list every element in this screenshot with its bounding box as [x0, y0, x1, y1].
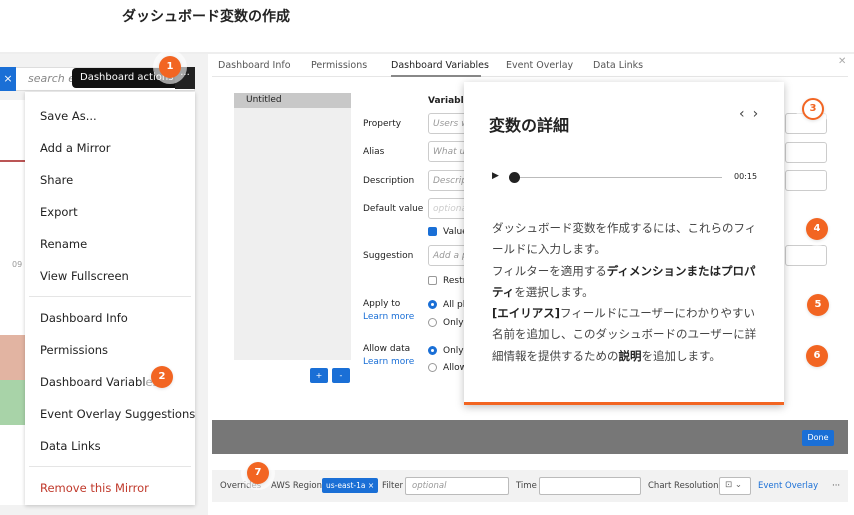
time-input[interactable] [539, 477, 641, 495]
menu-divider [29, 466, 191, 467]
chevron-right-icon[interactable]: › [753, 106, 767, 122]
aws-region-label: AWS Region [271, 481, 322, 491]
event-overlay-link[interactable]: Event Overlay [758, 481, 818, 491]
suggestion-input[interactable]: Add a p [428, 245, 468, 266]
step-badge-4[interactable]: 4 [806, 218, 828, 240]
modal-footer [212, 420, 848, 454]
tab-event-overlay[interactable]: Event Overlay [506, 60, 573, 71]
right-input[interactable] [785, 142, 827, 163]
menu-item-event-overlay-suggestions[interactable]: Event Overlay Suggestions [40, 407, 195, 421]
allow-data-label: Allow data [363, 344, 411, 354]
audio-progress-handle[interactable] [509, 172, 520, 183]
tab-dashboard-variables[interactable]: Dashboard Variables [391, 60, 489, 71]
popup-line-2: フィルターを適用するディメンションまたはプロパティを選択します。 [492, 261, 764, 304]
region-filter-chip[interactable]: us-east-1a × [322, 478, 379, 493]
menu-item-permissions[interactable]: Permissions [40, 343, 108, 357]
menu-item-export[interactable]: Export [40, 205, 78, 219]
text: ダッシュボード変数を作成するには、これらのフィールドに入力します。 [492, 221, 757, 257]
done-button[interactable]: Done [802, 430, 834, 446]
tab-data-links[interactable]: Data Links [593, 60, 643, 71]
guide-popup: 変数の詳細 ‹› ▶ 00:15 ダッシュボード変数を作成するには、これらのフィ… [464, 82, 784, 405]
tab-dashboard-info[interactable]: Dashboard Info [218, 60, 291, 71]
audio-progress-track[interactable] [512, 177, 722, 178]
restrict-checkbox[interactable] [428, 276, 437, 285]
close-icon[interactable]: ✕ [838, 56, 846, 67]
apply-to-radio-only[interactable] [428, 318, 437, 327]
search-placeholder: search e [28, 72, 76, 85]
step-badge-1[interactable]: 1 [159, 56, 181, 78]
step-badge-6[interactable]: 6 [806, 345, 828, 367]
menu-item-view-fullscreen[interactable]: View Fullscreen [40, 269, 129, 283]
menu-item-remove-mirror[interactable]: Remove this Mirror [40, 481, 149, 495]
apply-to-option-all: All pl [443, 300, 466, 310]
value-required-checkbox[interactable] [428, 227, 437, 236]
allow-data-radio-only[interactable] [428, 346, 437, 355]
description-input[interactable]: Descrip [428, 170, 468, 191]
popup-title: 変数の詳細 [489, 116, 570, 135]
audio-time: 00:15 [734, 172, 758, 181]
step-badge-7[interactable]: 7 [247, 462, 269, 484]
active-tab-indicator [391, 75, 481, 77]
chart-icon: ⊡ [725, 480, 733, 490]
more-options-button[interactable]: ··· [832, 481, 840, 491]
chart-band-red [0, 335, 25, 380]
bold-text: [エイリアス] [492, 306, 561, 321]
menu-item-dashboard-variables[interactable]: Dashboard Variables [40, 375, 159, 389]
add-variable-button[interactable]: + [310, 368, 328, 383]
close-icon[interactable]: × [0, 67, 16, 91]
time-label: Time [516, 481, 537, 491]
chart-resolution-select[interactable]: ⊡ ⌄ [719, 477, 751, 495]
filter-input[interactable]: optional [405, 477, 509, 495]
default-value-label: Default value [363, 204, 424, 214]
apply-to-label: Apply to [363, 299, 401, 309]
axis-label: 09 [12, 260, 23, 269]
right-input[interactable] [785, 245, 827, 266]
suggestion-label: Suggestion [363, 251, 414, 261]
dashboard-actions-menu: Save As... Add a Mirror Share Export Ren… [25, 92, 195, 505]
chevron-down-icon: ⌄ [734, 480, 742, 490]
filter-label: Filter [382, 481, 404, 491]
step-badge-5[interactable]: 5 [807, 294, 829, 316]
property-label: Property [363, 119, 402, 129]
chart-resolution-label: Chart Resolution [648, 481, 719, 491]
description-label: Description [363, 176, 415, 186]
chevron-left-icon[interactable]: ‹ [739, 106, 753, 122]
chart-band-green [0, 380, 25, 425]
popup-line-3: [エイリアス]フィールドにユーザーにわかりやすい名前を追加し、このダッシュボード… [492, 303, 764, 367]
menu-item-data-links[interactable]: Data Links [40, 439, 101, 453]
popup-line-1: ダッシュボード変数を作成するには、これらのフィールドに入力します。 [492, 218, 764, 261]
step-badge-3[interactable]: 3 [802, 98, 824, 120]
right-input[interactable] [785, 170, 827, 191]
tab-divider [212, 76, 848, 77]
restrict-label: Restr [443, 276, 467, 286]
property-input[interactable]: Users w [428, 113, 468, 134]
default-value-input[interactable]: optiona [428, 198, 468, 219]
text: フィルターを適用する [492, 263, 607, 278]
variable-list-item[interactable]: Untitled [234, 93, 351, 108]
menu-item-add-mirror[interactable]: Add a Mirror [40, 141, 111, 155]
menu-divider [29, 296, 191, 297]
allow-data-radio-allow[interactable] [428, 363, 437, 372]
text: を追加します。 [641, 348, 721, 363]
menu-item-share[interactable]: Share [40, 173, 73, 187]
bold-text: 説明 [618, 348, 642, 363]
alias-input[interactable]: What u [428, 141, 468, 162]
remove-variable-button[interactable]: - [332, 368, 350, 383]
menu-item-rename[interactable]: Rename [40, 237, 87, 251]
apply-to-radio-all[interactable] [428, 300, 437, 309]
variable-list [234, 93, 351, 360]
popup-body: ダッシュボード変数を作成するには、これらのフィールドに入力します。 フィルターを… [492, 218, 764, 367]
allow-data-learn-more-link[interactable]: Learn more [363, 357, 414, 367]
tab-permissions[interactable]: Permissions [311, 60, 367, 71]
chart-line [0, 160, 25, 162]
step-badge-2[interactable]: 2 [151, 366, 173, 388]
apply-to-learn-more-link[interactable]: Learn more [363, 312, 414, 322]
alias-label: Alias [363, 147, 385, 157]
popup-nav: ‹› [739, 106, 766, 122]
text: を選択します。 [514, 284, 594, 299]
menu-item-dashboard-info[interactable]: Dashboard Info [40, 311, 128, 325]
play-icon[interactable]: ▶ [492, 171, 499, 181]
page-title: ダッシュボード変数の作成 [122, 9, 290, 25]
menu-item-save-as[interactable]: Save As... [40, 109, 97, 123]
